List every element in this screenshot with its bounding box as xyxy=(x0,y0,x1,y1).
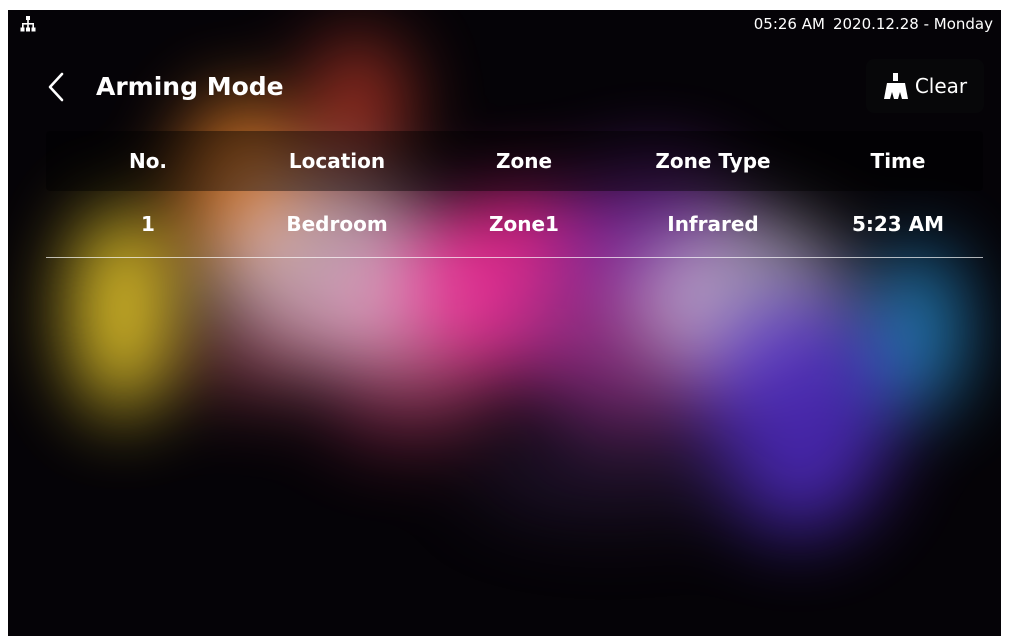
row-divider xyxy=(46,257,983,258)
status-datetime: 05:26 AM 2020.12.28 - Monday xyxy=(754,15,993,33)
broom-icon xyxy=(883,73,908,99)
row-number: 1 xyxy=(141,212,155,236)
table-row[interactable]: 1 Bedroom Zone1 Infrared 5:23 AM xyxy=(46,200,983,248)
network-icon xyxy=(20,16,36,32)
row-zone-type: Infrared xyxy=(667,212,759,236)
row-zone: Zone1 xyxy=(489,212,559,236)
column-header-no: No. xyxy=(128,149,168,173)
page-title: Arming Mode xyxy=(96,72,284,101)
back-button[interactable] xyxy=(44,70,70,104)
column-header-zone: Zone xyxy=(495,149,553,173)
column-header-zone-type: Zone Type xyxy=(655,149,771,173)
chevron-left-icon xyxy=(48,72,64,102)
status-time: 05:26 AM xyxy=(753,15,825,33)
row-location: Bedroom xyxy=(286,212,388,236)
table-header: No. Location Zone Zone Type Time xyxy=(46,131,983,191)
column-header-location: Location xyxy=(288,149,386,173)
status-date: 2020.12.28 - Monday xyxy=(832,15,993,33)
row-time: 5:23 AM xyxy=(851,212,945,236)
arming-mode-screen: 05:26 AM 2020.12.28 - Monday Arming Mode … xyxy=(8,10,1001,636)
blurred-color-background xyxy=(68,35,963,535)
clear-button[interactable]: Clear xyxy=(866,59,984,113)
clear-label: Clear xyxy=(914,74,968,98)
column-header-time: Time xyxy=(870,149,926,173)
status-bar: 05:26 AM 2020.12.28 - Monday xyxy=(8,10,1001,38)
